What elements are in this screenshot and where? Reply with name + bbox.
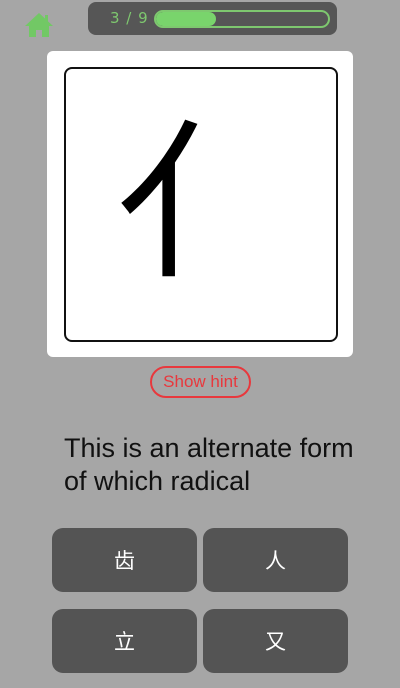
answer-button-2[interactable]: 人 [203,528,348,592]
flashcard: 亻 [47,51,353,357]
answer-button-4[interactable]: 又 [203,609,348,673]
progress-indicator: 3 / 9 [88,2,337,35]
show-hint-button[interactable]: Show hint [150,366,251,398]
home-button[interactable] [24,11,54,39]
home-icon [25,13,53,37]
flashcard-frame: 亻 [64,67,338,342]
answer-button-3[interactable]: 立 [52,609,197,673]
progress-fill [156,12,217,26]
progress-track [154,10,330,28]
answer-button-1[interactable]: 齿 [52,528,197,592]
radical-character: 亻 [115,105,286,304]
question-text: This is an alternate form of which radic… [64,433,354,496]
progress-count: 3 / 9 [110,9,149,27]
